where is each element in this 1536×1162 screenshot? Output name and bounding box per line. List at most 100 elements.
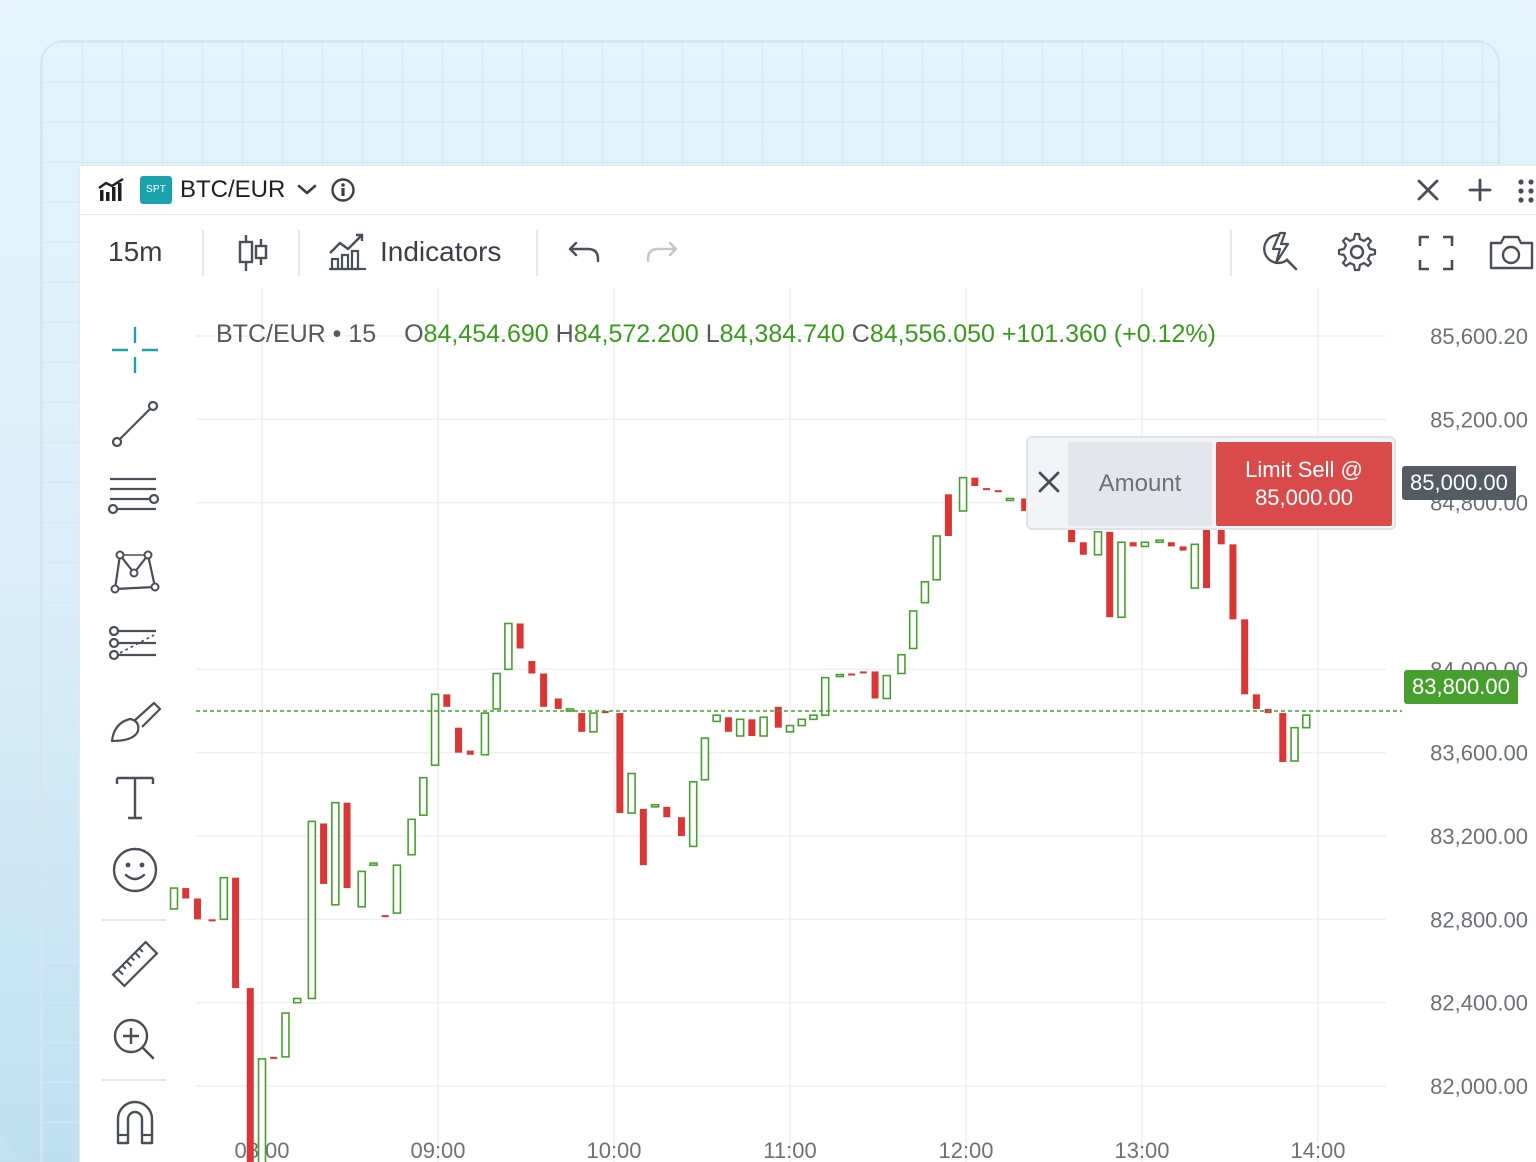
limit-sell-price: 85,000.00 (1255, 485, 1353, 510)
candle-up (809, 714, 818, 721)
time-axis-label: 14:00 (1290, 1138, 1345, 1162)
candle-down (320, 823, 328, 884)
candle-up (589, 712, 598, 733)
candle-down (1129, 542, 1137, 547)
candle-up (1005, 497, 1015, 502)
candle-down (663, 806, 671, 818)
candle-down (1279, 713, 1287, 763)
price-axis-label: 83,600.00 (1430, 741, 1528, 766)
candle-down (639, 808, 647, 866)
candle-up (627, 772, 636, 814)
candle-up (219, 876, 229, 921)
candle-up (688, 781, 698, 848)
candle-down (677, 817, 685, 836)
candle-down (1241, 619, 1249, 695)
legend-low-value: 84,384.740 (719, 320, 845, 348)
candle-down (994, 490, 1002, 493)
legend-open-value: 84,454.690 (423, 320, 549, 348)
candle-down (944, 494, 952, 536)
candle-down (246, 988, 254, 1162)
price-axis-label: 85,600.20 (1430, 324, 1528, 349)
candle-down (443, 694, 451, 707)
candle-down (1252, 694, 1260, 709)
ohlc-legend: BTC/EUR • 15 O84,454.690 H84,572.200 L84… (216, 319, 1216, 349)
price-axis-label: 82,000.00 (1430, 1074, 1528, 1099)
candle-up (1290, 726, 1299, 762)
candle-up (392, 864, 402, 914)
candle-up (281, 1012, 290, 1058)
candle-up (920, 581, 930, 604)
candle-up (419, 776, 428, 816)
candle-down (1079, 542, 1087, 555)
candle-up (712, 714, 721, 723)
candle-up (257, 1058, 267, 1162)
candle-down (616, 713, 624, 814)
candle-up (932, 535, 941, 581)
candle-up (292, 997, 302, 1004)
chart-window: SPT BTC/EUR 15m Indicators 85,600.20 85,… (80, 166, 1536, 1162)
candle-down (466, 750, 474, 755)
candle-up (1117, 541, 1126, 619)
candle-up (331, 801, 340, 906)
candle-down (540, 673, 548, 707)
order-price-tag: 85,000.00 (1402, 466, 1516, 500)
candle-down (455, 727, 463, 753)
legend-close-value: 84,556.050 (869, 320, 995, 348)
candle-down (1106, 531, 1114, 618)
candle-up (307, 820, 317, 1000)
price-axis-label: 83,200.00 (1430, 824, 1528, 849)
candle-up (430, 693, 440, 766)
candle-up (759, 716, 768, 737)
candle-down (578, 713, 586, 732)
legend-high-label: H (555, 320, 574, 348)
candle-up (835, 673, 845, 678)
candle-down (528, 661, 536, 674)
candle-up (1155, 539, 1164, 544)
candle-down (871, 671, 879, 699)
candle-up (1301, 714, 1311, 729)
time-axis-label: 10:00 (586, 1138, 641, 1162)
candle-up (958, 476, 968, 512)
candle-down (1179, 546, 1187, 551)
candle-down (208, 919, 216, 922)
candle-up (785, 724, 795, 733)
chart-canvas[interactable]: 85,600.2085,200.0084,800.0084,000.0083,6… (80, 166, 1536, 1162)
candle-down (748, 719, 756, 736)
limit-sell-label: Limit Sell @ (1245, 457, 1363, 482)
candle-down (1229, 544, 1237, 620)
candle-down (983, 488, 991, 491)
candle-up (369, 862, 378, 866)
candle-up (908, 610, 918, 650)
candle-down (724, 717, 732, 732)
legend-change: +101.360 (+0.12%) (1001, 320, 1216, 348)
candle-up (820, 676, 830, 716)
candle-up (650, 803, 660, 808)
candle-down (774, 706, 782, 728)
candle-up (407, 818, 416, 856)
limit-sell-button[interactable]: Limit Sell @ 85,000.00 (1216, 442, 1392, 526)
candle-down (193, 898, 201, 920)
time-axis-label: 12:00 (938, 1138, 993, 1162)
candle-up (492, 672, 501, 710)
candle-up (357, 870, 367, 908)
legend-symbol: BTC/EUR • 15 (216, 320, 377, 348)
price-axis-label: 82,400.00 (1430, 991, 1528, 1016)
candle-up (504, 622, 513, 671)
candle-up (797, 718, 807, 727)
candle-down (1167, 542, 1175, 547)
candle-down (381, 915, 389, 918)
candle-down (182, 888, 190, 899)
limit-order-panel: Amount Limit Sell @ 85,000.00 (1026, 436, 1396, 530)
candle-up (1190, 543, 1200, 589)
cancel-order-icon[interactable] (1034, 466, 1064, 500)
candle-down (516, 623, 524, 649)
amount-input[interactable]: Amount (1068, 442, 1212, 526)
candle-down (270, 1056, 278, 1059)
candle-up (1140, 541, 1150, 548)
candle-up (1093, 531, 1103, 556)
candle-down (848, 673, 856, 676)
candle-up (169, 887, 179, 910)
candle-down (232, 877, 240, 989)
candle-up (480, 712, 490, 756)
candle-up (700, 737, 710, 781)
